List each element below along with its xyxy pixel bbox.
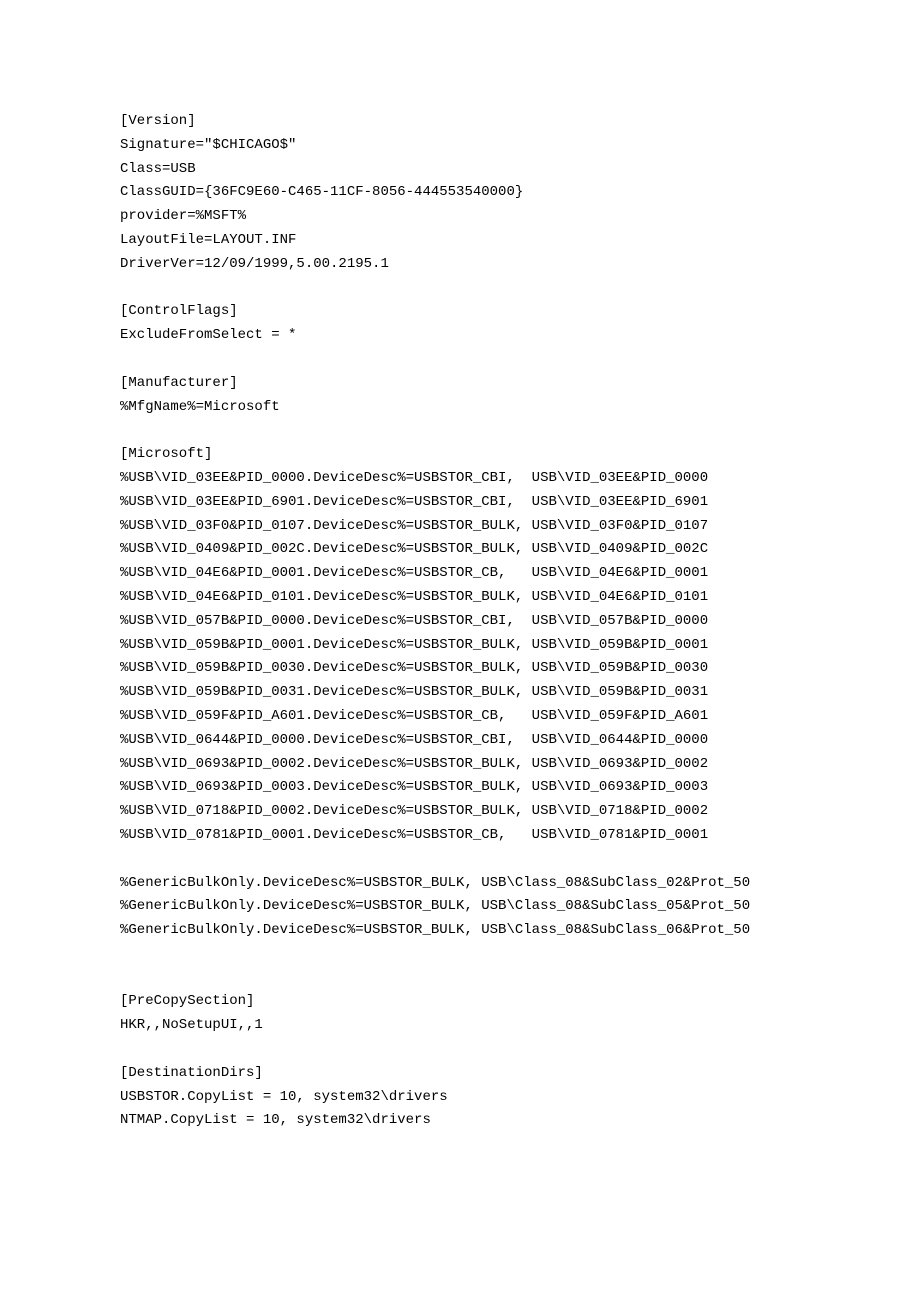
inf-file-content: [Version] Signature="$CHICAGO$" Class=US… (0, 0, 920, 1302)
code-text: [Version] Signature="$CHICAGO$" Class=US… (120, 113, 750, 1128)
